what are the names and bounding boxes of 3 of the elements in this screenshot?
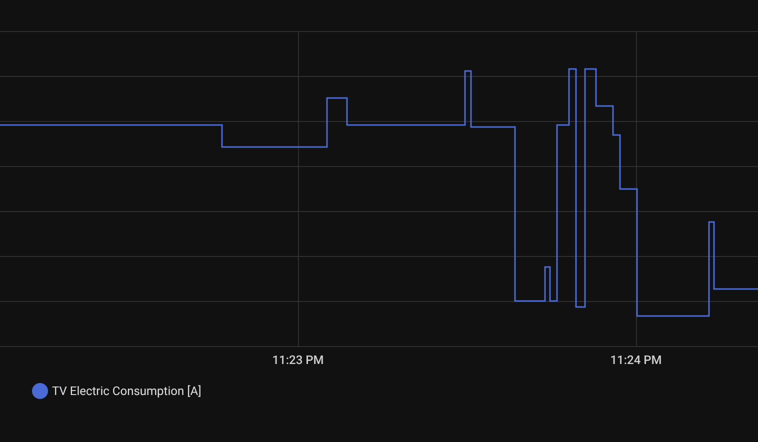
- legend-label: TV Electric Consumption [A]: [52, 383, 202, 400]
- axis-tick-label: 11:23 PM: [271, 352, 325, 369]
- axis-tick-label: 11:24 PM: [609, 352, 663, 369]
